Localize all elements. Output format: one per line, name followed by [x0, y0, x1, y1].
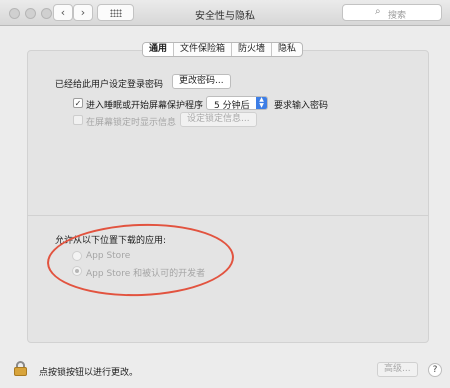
set-lock-message-button[interactable]: 设定锁定信息... [180, 112, 257, 127]
general-panel [27, 50, 429, 343]
lock-message-checkbox[interactable] [73, 115, 83, 125]
require-password-checkbox[interactable]: ✓ [73, 98, 83, 108]
tab-privacy[interactable]: 隐私 [272, 43, 302, 56]
advanced-button[interactable]: 高级... [377, 362, 418, 377]
require-password-label: 进入睡眠或开始屏幕保护程序 [86, 101, 204, 111]
lock-icon[interactable] [14, 361, 27, 376]
checkmark-icon: ✓ [74, 99, 82, 108]
search-placeholder: 搜索 [388, 11, 407, 21]
require-password-suffix: 要求输入密码 [274, 101, 329, 111]
tab-bar: 通用 文件保险箱 防火墙 隐私 [142, 42, 304, 57]
help-button[interactable]: ? [428, 363, 442, 377]
password-set-label: 已经给此用户设定登录密码 [55, 80, 164, 90]
change-password-button[interactable]: 更改密码... [172, 74, 231, 89]
title-bar: ‹ › 安全性与隐私 ⌕ 搜索 [0, 0, 450, 26]
require-password-delay-select[interactable]: 5 分钟后 ▲ ▼ [206, 96, 268, 111]
tab-filevault[interactable]: 文件保险箱 [174, 43, 233, 56]
tab-general[interactable]: 通用 [143, 43, 175, 56]
updown-arrows-icon: ▲ ▼ [256, 97, 267, 109]
search-icon: ⌕ [375, 6, 381, 17]
search-input[interactable]: ⌕ 搜索 [342, 4, 442, 21]
require-password-delay-value: 5 分钟后 [214, 101, 250, 111]
section-divider [27, 215, 429, 216]
tab-firewall[interactable]: 防火墙 [232, 43, 273, 56]
lock-instruction-label: 点按锁按钮以进行更改。 [39, 368, 139, 378]
lock-message-label: 在屏幕锁定时显示信息 [86, 118, 177, 128]
